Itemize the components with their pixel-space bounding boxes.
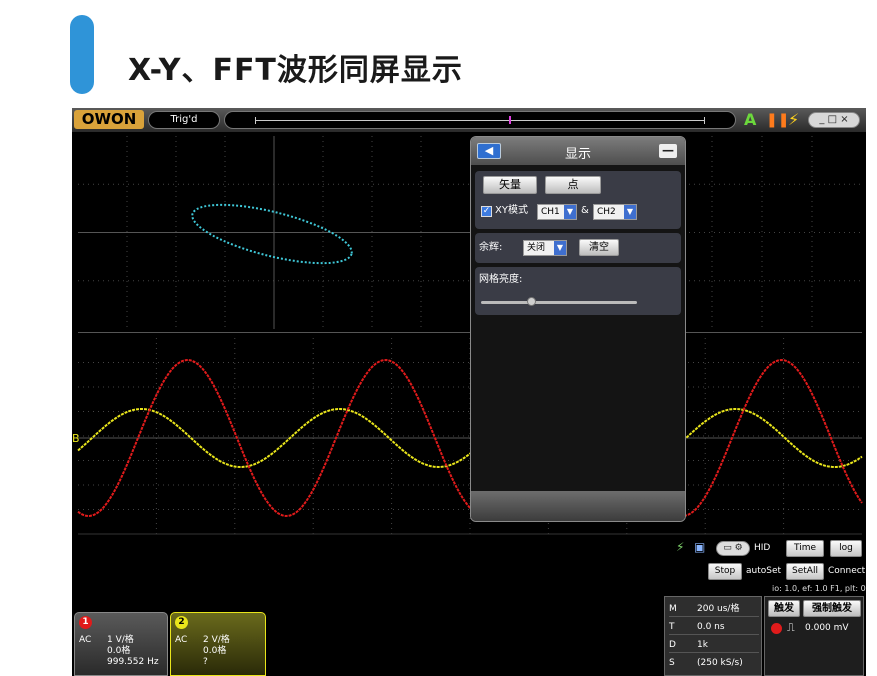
display-type-section: 矢量 点 ✓ XY模式 CH1 ▼ & CH2 ▼ — [475, 171, 681, 229]
persistence-value: 关闭 — [527, 243, 546, 253]
persistence-select[interactable]: 关闭 ▼ — [523, 240, 567, 256]
row-key: S — [669, 658, 675, 668]
stop-button[interactable]: Stop — [708, 563, 742, 580]
xy-source-1-select[interactable]: CH1 ▼ — [537, 204, 577, 220]
minimize-icon[interactable]: — — [659, 144, 677, 158]
ch1-coupling: AC — [79, 635, 92, 645]
ch1-frequency: 999.552 Hz — [107, 657, 159, 667]
trigger-button[interactable]: 触发 — [768, 600, 800, 617]
ch1-volts: 1 V/格 — [107, 635, 134, 645]
setall-button[interactable]: SetAll — [786, 563, 824, 580]
vector-button[interactable]: 矢量 — [483, 176, 537, 194]
ch1-source-dot — [771, 623, 782, 634]
horizontal-row: D 1k — [669, 637, 759, 653]
row-value: 200 us/格 — [697, 604, 740, 614]
xy-mode-label: XY模式 — [495, 205, 528, 216]
row-value: (250 kS/s) — [697, 658, 743, 668]
display-menu: ◀ 显示 — 矢量 点 ✓ XY模式 CH1 ▼ & CH2 ▼ 余辉: 关闭 ▼ 清… — [470, 136, 686, 522]
ch1-number: 1 — [79, 616, 92, 629]
connect-label[interactable]: Connect — [828, 566, 865, 576]
xy-source-2-select[interactable]: CH2 ▼ — [593, 204, 637, 220]
status-readout: io: 1.0, ef: 1.0 F1, plt: 0.0 — [772, 584, 866, 593]
xy-and-label: & — [581, 205, 589, 216]
ch1-panel[interactable]: 1 AC 1 V/格 0.0格 999.552 Hz — [74, 612, 168, 676]
grid-brightness-label: 网格亮度: — [479, 274, 523, 285]
xy-mode-checkbox[interactable]: ✓ — [481, 206, 492, 217]
ch2-volts: 2 V/格 — [203, 635, 230, 645]
menu-footer — [471, 491, 685, 521]
trigger-panel: 触发 强制触发 ⎍ 0.000 mV — [764, 596, 864, 676]
ch2-panel[interactable]: 2 AC 2 V/格 0.0格 ? — [170, 612, 266, 676]
row-value: 0.0 ns — [697, 622, 725, 632]
horizontal-row: T 0.0 ns — [669, 619, 759, 635]
row-key: M — [669, 604, 677, 614]
xy-source-1-value: CH1 — [541, 207, 560, 217]
chevron-down-icon: ▼ — [564, 205, 576, 219]
persistence-label: 余辉: — [479, 242, 503, 253]
probe-icon[interactable]: ⚡ — [676, 540, 684, 554]
ch1-offset: 0.0格 — [107, 646, 131, 656]
ch2-offset: 0.0格 — [203, 646, 227, 656]
menu-header: ◀ 显示 — — [471, 137, 685, 165]
traces: B — [72, 203, 863, 518]
ch2-number: 2 — [175, 616, 188, 629]
row-value: 1k — [697, 640, 708, 650]
rising-edge-icon: ⎍ — [787, 621, 795, 634]
row-key: D — [669, 640, 676, 650]
menu-title: 显示 — [564, 147, 591, 162]
ch2-ground-marker[interactable]: B — [72, 432, 80, 445]
log-button[interactable]: log — [830, 540, 862, 557]
xy-source-2-value: CH2 — [597, 207, 616, 217]
horizontal-row: M 200 us/格 — [669, 601, 759, 617]
run-controls-row: Stop autoSet SetAll Connect — [708, 563, 866, 581]
tool-icons-row: ⚡ ▣ ▭ ⚙ HID Time log — [676, 540, 866, 558]
chevron-down-icon: ▼ — [624, 205, 636, 219]
save-icon[interactable]: ▣ — [694, 540, 705, 554]
hid-label: HID — [754, 543, 771, 553]
grid-brightness-section: 网格亮度: — [475, 267, 681, 315]
ch2-frequency: ? — [203, 657, 208, 667]
time-button[interactable]: Time — [786, 540, 824, 557]
trigger-level: 0.000 mV — [805, 623, 849, 633]
dot-button[interactable]: 点 — [545, 176, 601, 194]
oscilloscope-screen: OWON Trig'd A ❚❚ ⚡ _ □ × B ◀ 显示 — 矢量 点 ✓… — [72, 108, 866, 676]
gear-icon[interactable]: ▭ ⚙ — [716, 541, 750, 556]
chevron-down-icon: ▼ — [554, 241, 566, 255]
force-trigger-button[interactable]: 强制触发 — [803, 600, 861, 617]
persistence-section: 余辉: 关闭 ▼ 清空 — [475, 233, 681, 263]
autoset-label[interactable]: autoSet — [746, 566, 781, 576]
page-title: X-Y、FFT波形同屏显示 — [128, 53, 463, 88]
clear-button[interactable]: 清空 — [579, 239, 619, 256]
xy-lissajous-trace — [191, 203, 353, 265]
grid-brightness-slider[interactable] — [481, 301, 637, 304]
slider-handle[interactable] — [526, 297, 536, 306]
waveform-area: B — [72, 136, 863, 535]
row-key: T — [669, 622, 675, 632]
ch2-coupling: AC — [175, 635, 188, 645]
horizontal-row: S (250 kS/s) — [669, 655, 759, 671]
title-accent-bar — [70, 15, 94, 94]
horizontal-panel[interactable]: M 200 us/格 T 0.0 ns D 1k S (250 kS/s) — [664, 596, 762, 676]
